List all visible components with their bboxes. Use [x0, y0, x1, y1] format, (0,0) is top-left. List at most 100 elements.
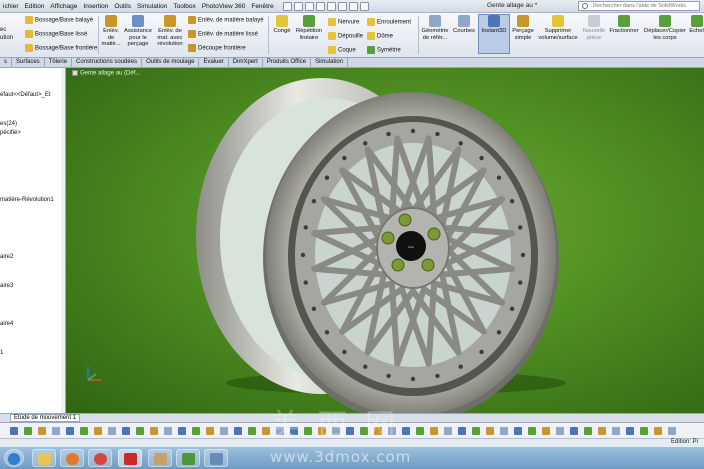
- taskbar-app-5[interactable]: [148, 449, 172, 467]
- scale-button[interactable]: Echel: [689, 15, 704, 35]
- menu-outils[interactable]: Outils: [111, 3, 134, 10]
- menu-fichier[interactable]: ichier: [0, 3, 22, 10]
- curves-button[interactable]: Courbes: [451, 15, 477, 35]
- toolbar-tool-icon[interactable]: [570, 427, 578, 435]
- toolbar-tool-icon[interactable]: [654, 427, 662, 435]
- taskbar-app-6[interactable]: [176, 449, 200, 467]
- tab-weldments[interactable]: Constructions soudées: [72, 58, 143, 67]
- tab-dimxpert[interactable]: DimXpert: [229, 58, 263, 67]
- taskbar-firefox[interactable]: [60, 449, 84, 467]
- toolbar-tool-icon[interactable]: [612, 427, 620, 435]
- print-icon[interactable]: [315, 1, 325, 11]
- toolbar-tool-icon[interactable]: [38, 427, 46, 435]
- dome-button[interactable]: Dôme: [367, 32, 393, 41]
- menu-photoview[interactable]: PhotoView 360: [199, 3, 249, 10]
- lofted-cut-button[interactable]: Enlèv. de matière lissé: [188, 30, 258, 39]
- toolbar-tool-icon[interactable]: [94, 427, 102, 435]
- toolbar-tool-icon[interactable]: [500, 427, 508, 435]
- loft-boss-button[interactable]: Bossage/Base lissé: [25, 30, 87, 39]
- toolbar-tool-icon[interactable]: [668, 427, 676, 435]
- open-icon[interactable]: [293, 1, 303, 11]
- toolbar-tool-icon[interactable]: [52, 427, 60, 435]
- shell-button[interactable]: Coque: [328, 46, 356, 55]
- tree-item-feature-2[interactable]: aire2: [0, 254, 13, 260]
- toolbar-tool-icon[interactable]: [122, 427, 130, 435]
- rib-button[interactable]: Nervure: [328, 18, 359, 27]
- hole-wizard-button[interactable]: Assistance pour le perçage: [123, 15, 153, 48]
- toolbar-tool-icon[interactable]: [248, 427, 256, 435]
- toolbar-tool-icon[interactable]: [24, 427, 32, 435]
- menu-fenetre[interactable]: Fenêtre: [248, 3, 276, 10]
- delete-body-button[interactable]: Supprimer volume/surface: [537, 15, 579, 41]
- toolbar-tool-icon[interactable]: [472, 427, 480, 435]
- new-part-button[interactable]: Nouvelle pièce: [582, 15, 606, 41]
- simple-hole-button[interactable]: Perçage simple: [511, 15, 535, 41]
- toolbar-tool-icon[interactable]: [486, 427, 494, 435]
- toolbar-tool-icon[interactable]: [416, 427, 424, 435]
- taskbar-chrome[interactable]: [88, 449, 112, 467]
- help-search-input[interactable]: Rechercher dans l'aide de SolidWorks: [578, 1, 700, 11]
- toolbar-tool-icon[interactable]: [402, 427, 410, 435]
- toolbar-tool-icon[interactable]: [178, 427, 186, 435]
- toolbar-tool-icon[interactable]: [136, 427, 144, 435]
- rebuild-icon[interactable]: [348, 1, 358, 11]
- tab-office-products[interactable]: Produits Office: [263, 58, 312, 67]
- toolbar-tool-icon[interactable]: [262, 427, 270, 435]
- toolbar-tool-icon[interactable]: [108, 427, 116, 435]
- graphics-viewport[interactable]: Gente allage au (Déf... ▫▫▫: [66, 68, 704, 413]
- tab-simulation[interactable]: Simulation: [311, 58, 349, 67]
- toolbar-tool-icon[interactable]: [514, 427, 522, 435]
- tab-features[interactable]: s: [0, 58, 12, 67]
- taskbar-explorer[interactable]: [32, 449, 56, 467]
- menu-toolbox[interactable]: Toolbox: [170, 3, 198, 10]
- options-icon[interactable]: [359, 1, 369, 11]
- reference-geometry-button[interactable]: Géométrie de référ...: [421, 15, 449, 41]
- toolbar-tool-icon[interactable]: [192, 427, 200, 435]
- toolbar-tool-icon[interactable]: [584, 427, 592, 435]
- fillet-button[interactable]: Congé: [271, 15, 293, 35]
- linear-pattern-button[interactable]: Répétition linéaire: [294, 15, 324, 41]
- tab-sheet-metal[interactable]: Tôlerie: [45, 58, 73, 67]
- tree-item-feature-3[interactable]: aire3: [0, 283, 13, 289]
- menu-insertion[interactable]: Insertion: [80, 3, 111, 10]
- toolbar-tool-icon[interactable]: [66, 427, 74, 435]
- toolbar-tool-icon[interactable]: [458, 427, 466, 435]
- undo-icon[interactable]: [326, 1, 336, 11]
- toolbar-tool-icon[interactable]: [80, 427, 88, 435]
- extruded-cut-button[interactable]: Enlèv. de matiè...: [101, 15, 121, 48]
- boundary-boss-button[interactable]: Bossage/Base frontière: [25, 44, 97, 53]
- toolbar-tool-icon[interactable]: [150, 427, 158, 435]
- tree-item-revolve-cut[interactable]: matière-Révolution1: [0, 197, 54, 203]
- toolbar-tool-icon[interactable]: [598, 427, 606, 435]
- save-icon[interactable]: [304, 1, 314, 11]
- tree-item-equations[interactable]: es(24): [0, 121, 17, 127]
- toolbar-tool-icon[interactable]: [528, 427, 536, 435]
- toolbar-tool-icon[interactable]: [206, 427, 214, 435]
- toolbar-tool-icon[interactable]: [220, 427, 228, 435]
- toolbar-tool-icon[interactable]: [444, 427, 452, 435]
- toolbar-tool-icon[interactable]: [542, 427, 550, 435]
- menu-edition[interactable]: Edition: [22, 3, 48, 10]
- taskbar-app-7[interactable]: [204, 449, 228, 467]
- select-icon[interactable]: [337, 1, 347, 11]
- motion-study-tab[interactable]: Etude de mouvement 1: [10, 414, 81, 422]
- tree-item-feature-1[interactable]: 1: [0, 350, 3, 356]
- tab-evaluate[interactable]: Evaluer: [199, 58, 229, 67]
- move-copy-bodies-button[interactable]: Déplacer/Copier les corps: [642, 15, 688, 41]
- split-button[interactable]: Fractionner: [608, 15, 640, 35]
- menu-affichage[interactable]: Affichage: [47, 3, 80, 10]
- swept-boss-button[interactable]: Bossage/Base balayé: [25, 16, 93, 25]
- wrap-button[interactable]: Enroulement: [367, 18, 411, 27]
- swept-cut-button[interactable]: Enlèv. de matière balayé: [188, 16, 264, 25]
- tree-scrollbar[interactable]: [61, 68, 65, 413]
- tree-item-feature-4[interactable]: aire4: [0, 321, 13, 327]
- toolbar-tool-icon[interactable]: [556, 427, 564, 435]
- boundary-cut-button[interactable]: Découpe frontière: [188, 44, 246, 53]
- toolbar-tool-icon[interactable]: [10, 427, 18, 435]
- menu-simulation[interactable]: Simulation: [134, 3, 170, 10]
- mirror-button[interactable]: Symétrie: [367, 46, 401, 55]
- tree-item-config[interactable]: éfaut<<Défaut>_Et: [0, 92, 51, 98]
- instant3d-button[interactable]: Instant3D: [478, 14, 510, 54]
- toolbar-tool-icon[interactable]: [164, 427, 172, 435]
- draft-button[interactable]: Dépouille: [328, 32, 363, 41]
